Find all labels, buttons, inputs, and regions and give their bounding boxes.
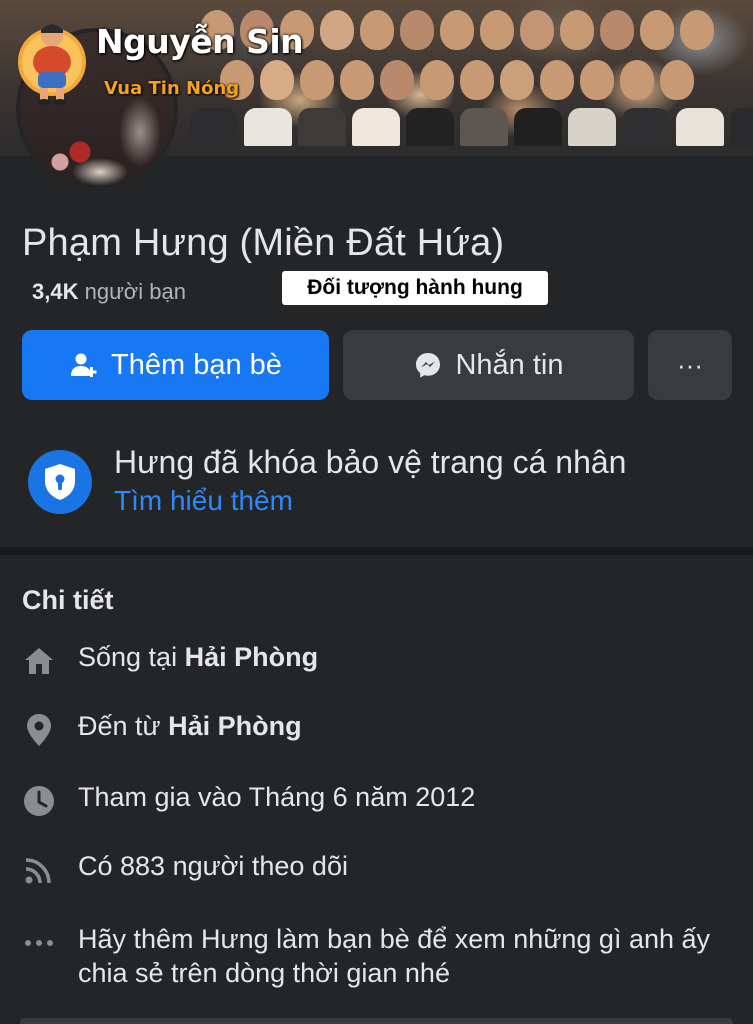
learn-more-link[interactable]: Tìm hiểu thêm [114, 485, 293, 517]
add-hint-text: Hãy thêm Hưng làm bạn bè để xem những gì… [78, 924, 711, 988]
annotation-label: Đối tượng hành hung [282, 271, 548, 305]
mascot-icon [18, 24, 86, 105]
message-button[interactable]: Nhắn tin [343, 330, 634, 400]
shield-lock-icon [28, 450, 92, 514]
lives-in-value[interactable]: Hải Phòng [185, 642, 319, 672]
add-friend-label: Thêm bạn bè [111, 348, 282, 381]
rss-icon [22, 853, 56, 887]
lives-in-prefix: Sống tại [78, 642, 178, 672]
message-label: Nhắn tin [455, 348, 564, 381]
add-friend-button[interactable]: Thêm bạn bè [22, 330, 329, 400]
person-plus-icon [71, 353, 97, 377]
next-card-edge [20, 1018, 733, 1024]
home-icon [22, 644, 56, 678]
watermark-logo: Nguyễn Sin Vua Tin Nóng [8, 8, 304, 108]
ellipsis-icon: ··· [677, 349, 703, 380]
friends-label: người bạn [84, 279, 186, 304]
ellipsis-icon [22, 926, 56, 960]
watermark-name: Nguyễn Sin [96, 22, 304, 61]
detail-lives-in: Sống tại Hải Phòng [0, 642, 753, 682]
lock-notice-title: Hưng đã khóa bảo vệ trang cá nhân [114, 444, 627, 480]
friends-count: 3,4K [32, 279, 79, 304]
profile-name: Phạm Hưng (Miền Đất Hứa) [22, 222, 505, 264]
detail-add-hint: Hãy thêm Hưng làm bạn bè để xem những gì… [0, 922, 753, 1002]
detail-from: Đến từ Hải Phòng [0, 711, 753, 751]
more-options-button[interactable]: ··· [648, 330, 732, 400]
from-value[interactable]: Hải Phòng [168, 711, 302, 741]
friends-count-line[interactable]: 3,4K người bạn [32, 279, 186, 305]
section-divider [0, 547, 753, 555]
messenger-icon [416, 353, 441, 378]
details-heading: Chi tiết [22, 585, 114, 615]
from-prefix: Đến từ [78, 711, 161, 741]
watermark-tagline: Vua Tin Nóng [104, 78, 240, 99]
detail-joined: Tham gia vào Tháng 6 năm 2012 [0, 782, 753, 822]
joined-text: Tham gia vào Tháng 6 năm 2012 [78, 782, 476, 812]
location-pin-icon [22, 713, 56, 747]
clock-icon [22, 784, 56, 818]
detail-followers: Có 883 người theo dõi [0, 851, 753, 891]
followers-text[interactable]: Có 883 người theo dõi [78, 851, 348, 882]
